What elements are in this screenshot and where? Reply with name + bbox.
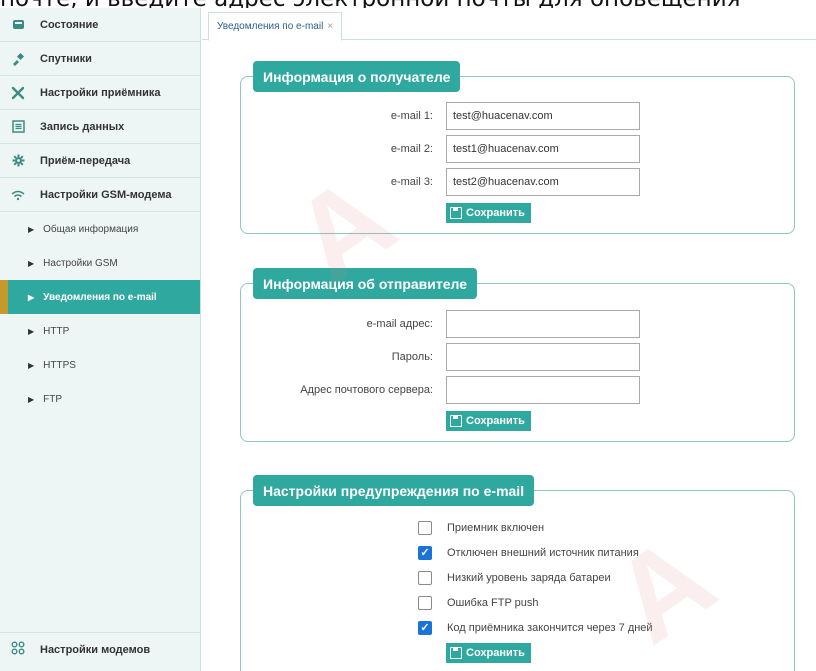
satellite-icon <box>11 52 25 66</box>
sidebar-item-data-recording[interactable]: Запись данных <box>0 110 200 144</box>
sender-email-row: e-mail адрес: <box>241 310 640 338</box>
sender-password-label: Пароль: <box>391 351 433 363</box>
sender-server-label: Адрес почтового сервера: <box>300 384 433 396</box>
sidebar-subitem-https[interactable]: ▶ HTTPS <box>0 348 200 382</box>
arrow-right-icon: ▶ <box>28 224 35 234</box>
sidebar-subitem-general-info[interactable]: ▶ Общая информация <box>0 212 200 246</box>
arrow-right-icon: ▶ <box>28 360 35 370</box>
recipient-email-1-label: e-mail 1: <box>390 110 433 122</box>
recipient-email-2-input[interactable] <box>446 135 640 163</box>
recipient-email-3-row: e-mail 3: <box>241 168 640 196</box>
tools-icon <box>11 86 25 100</box>
save-disk-icon <box>450 415 462 427</box>
sidebar-item-label: Настройки GSM-модема <box>40 188 172 201</box>
arrow-right-icon: ▶ <box>28 258 35 268</box>
gear-icon <box>11 154 25 168</box>
tab-label: Уведомления по e-mail <box>217 21 324 32</box>
close-icon[interactable]: × <box>327 21 333 32</box>
sender-server-row: Адрес почтового сервера: <box>241 376 640 404</box>
sidebar-item-label: Приём-передача <box>40 154 131 167</box>
wifi-icon <box>11 188 25 202</box>
save-button-label: Сохранить <box>466 415 525 427</box>
main-content: Уведомления по e-mail × Информация о пол… <box>202 8 816 671</box>
save-button-label: Сохранить <box>466 207 525 219</box>
sidebar-subitem-label: HTTPS <box>43 359 76 371</box>
save-disk-icon <box>450 207 462 219</box>
sidebar-item-label: Запись данных <box>40 120 125 133</box>
recipient-email-3-label: e-mail 3: <box>390 176 433 188</box>
sidebar-item-status[interactable]: Состояние <box>0 8 200 42</box>
recipient-email-2-label: e-mail 2: <box>390 143 433 155</box>
sidebar-subitem-label: Настройки GSM <box>43 257 118 269</box>
sidebar-item-transmission[interactable]: Приём-передача <box>0 144 200 178</box>
recipient-panel: Информация о получателе e-mail 1: e-mail… <box>240 61 795 234</box>
sender-server-input[interactable] <box>446 376 640 404</box>
sidebar-subitem-label: Общая информация <box>43 223 139 235</box>
sidebar-item-label: Настройки приёмника <box>40 86 161 99</box>
recipient-email-1-input[interactable] <box>446 102 640 130</box>
sidebar-subitem-label: Уведомления по e-mail <box>43 291 157 303</box>
status-icon <box>11 18 25 32</box>
alert-option-label: Ошибка FTP push <box>447 597 539 609</box>
sender-save-button[interactable]: Сохранить <box>446 411 531 431</box>
sidebar-item-satellites[interactable]: Спутники <box>0 42 200 76</box>
sidebar-item-gsm-modem[interactable]: Настройки GSM-модема <box>0 178 200 212</box>
sidebar-item-label: Настройки модемов <box>40 643 151 656</box>
recipient-save-button[interactable]: Сохранить <box>446 203 531 223</box>
checkbox[interactable] <box>418 621 432 635</box>
arrow-right-icon: ▶ <box>28 394 35 404</box>
sender-email-input[interactable] <box>446 310 640 338</box>
tab-bar: Уведомления по e-mail × <box>202 8 816 41</box>
sidebar-item-label: Состояние <box>40 18 99 31</box>
sidebar-subitem-email-notifications[interactable]: ▶ Уведомления по e-mail <box>0 280 200 314</box>
sidebar-subitem-gsm-settings[interactable]: ▶ Настройки GSM <box>0 246 200 280</box>
sidebar-subitem-http[interactable]: ▶ HTTP <box>0 314 200 348</box>
alert-option-label: Приемник включен <box>447 522 545 534</box>
alerts-save-button[interactable]: Сохранить <box>446 643 531 663</box>
sidebar-item-receiver-settings[interactable]: Настройки приёмника <box>0 76 200 110</box>
sender-email-label: e-mail адрес: <box>366 318 433 330</box>
arrow-right-icon: ▶ <box>28 326 35 336</box>
sidebar: Состояние Спутники Настройки приёмника З… <box>0 8 201 671</box>
tab-email-notifications[interactable]: Уведомления по e-mail × <box>208 12 343 41</box>
record-icon <box>11 120 25 134</box>
sender-panel-title: Информация об отправителе <box>253 268 478 299</box>
checkbox[interactable] <box>418 546 432 560</box>
sidebar-item-modem-settings[interactable]: Настройки модемов <box>0 632 200 666</box>
alert-option-external-power-off[interactable]: Отключен внешний источник питания <box>418 546 639 560</box>
checkbox[interactable] <box>418 571 432 585</box>
alert-option-label: Низкий уровень заряда батареи <box>447 572 611 584</box>
sender-password-input[interactable] <box>446 343 640 371</box>
sender-panel: Информация об отправителе e-mail адрес: … <box>240 268 795 442</box>
save-disk-icon <box>450 647 462 659</box>
sender-password-row: Пароль: <box>241 343 640 371</box>
checkbox[interactable] <box>418 596 432 610</box>
recipient-email-3-input[interactable] <box>446 168 640 196</box>
alert-option-label: Код приёмника закончится через 7 дней <box>447 622 653 634</box>
recipient-email-1-row: e-mail 1: <box>241 102 640 130</box>
alert-option-ftp-push-error[interactable]: Ошибка FTP push <box>418 596 539 610</box>
modem-settings-icon <box>11 641 25 658</box>
sidebar-item-label: Спутники <box>40 52 92 65</box>
sidebar-subitem-ftp[interactable]: ▶ FTP <box>0 382 200 416</box>
sidebar-subitem-label: HTTP <box>43 325 70 337</box>
alerts-panel-title: Настройки предупреждения по e-mail <box>253 475 535 506</box>
alert-option-receiver-on[interactable]: Приемник включен <box>418 521 544 535</box>
sidebar-subitem-label: FTP <box>43 393 63 405</box>
checkbox[interactable] <box>418 521 432 535</box>
alert-option-label: Отключен внешний источник питания <box>447 547 639 559</box>
recipient-panel-title: Информация о получателе <box>253 61 461 92</box>
save-button-label: Сохранить <box>466 647 525 659</box>
alert-option-code-expiry[interactable]: Код приёмника закончится через 7 дней <box>418 621 653 635</box>
alert-option-low-battery[interactable]: Низкий уровень заряда батареи <box>418 571 611 585</box>
arrow-right-icon: ▶ <box>28 292 35 302</box>
recipient-email-2-row: e-mail 2: <box>241 135 640 163</box>
alerts-panel: Настройки предупреждения по e-mail Прием… <box>240 475 795 671</box>
app-window: Состояние Спутники Настройки приёмника З… <box>0 8 816 671</box>
